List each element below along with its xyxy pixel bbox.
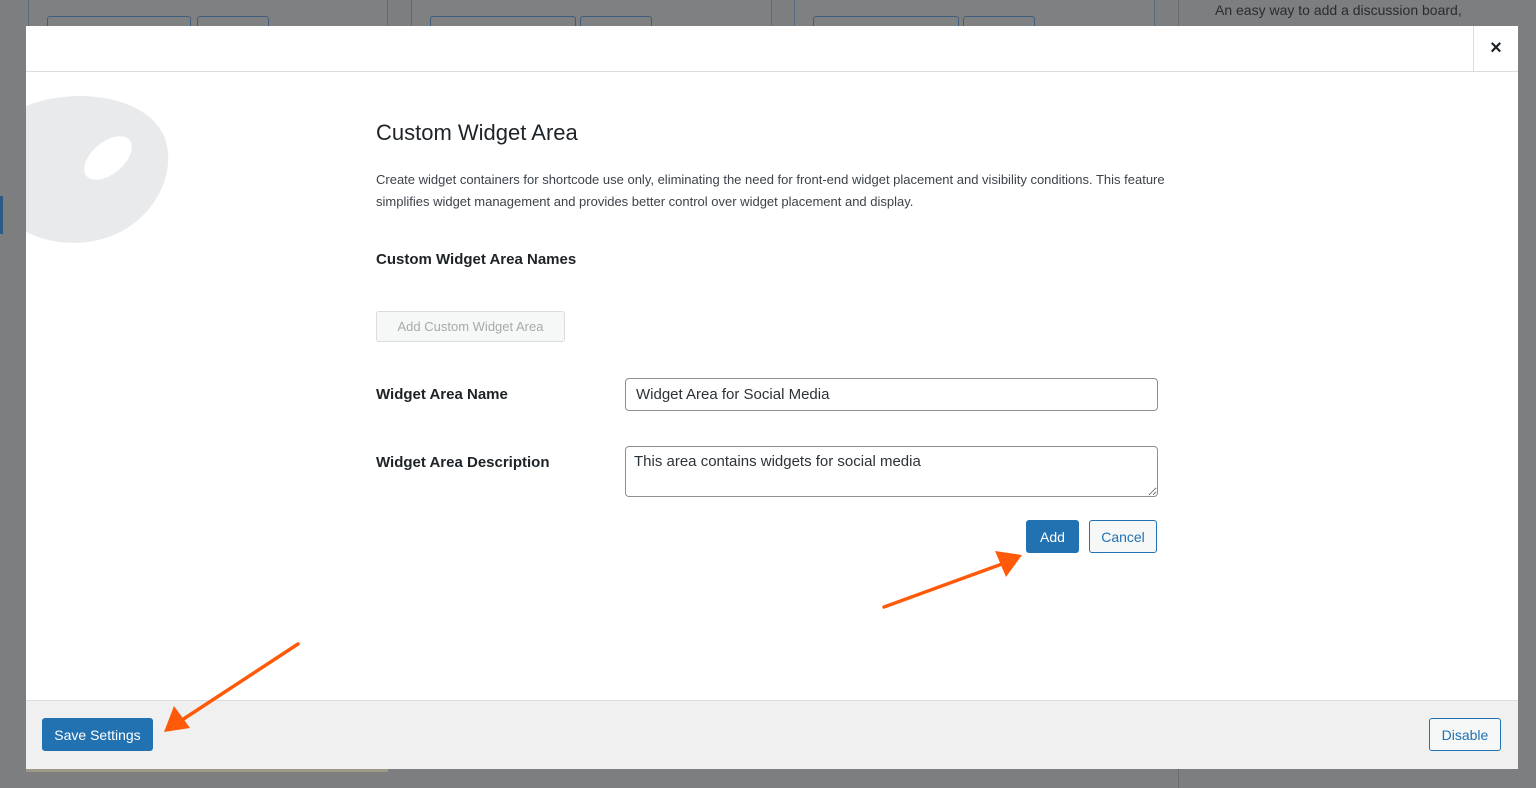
add-custom-widget-area-button[interactable]: Add Custom Widget Area (376, 311, 565, 342)
widget-area-name-input[interactable] (625, 378, 1158, 411)
page-title: Custom Widget Area (376, 120, 578, 145)
feature-description: Create widget containers for shortcode u… (376, 172, 1165, 209)
annotation-arrow-icon (882, 551, 1022, 609)
disable-button[interactable]: Disable (1429, 718, 1501, 751)
modal-header: × (26, 26, 1518, 72)
save-settings-button[interactable]: Save Settings (42, 718, 153, 751)
background-sidebar-text: An easy way to add a discussion board, (1215, 2, 1462, 18)
widget-area-description-label: Widget Area Description (376, 454, 550, 471)
add-button[interactable]: Add (1026, 520, 1079, 553)
background-accent-edge (0, 196, 3, 234)
widget-area-name-label: Widget Area Name (376, 386, 508, 403)
palette-decoration-icon (26, 96, 169, 243)
widget-area-description-textarea[interactable]: This area contains widgets for social me… (625, 446, 1158, 497)
annotation-arrow-icon (164, 642, 300, 732)
names-heading: Custom Widget Area Names (376, 251, 577, 268)
close-button[interactable]: × (1473, 26, 1518, 71)
close-icon: × (1490, 37, 1502, 59)
cancel-button[interactable]: Cancel (1089, 520, 1157, 553)
